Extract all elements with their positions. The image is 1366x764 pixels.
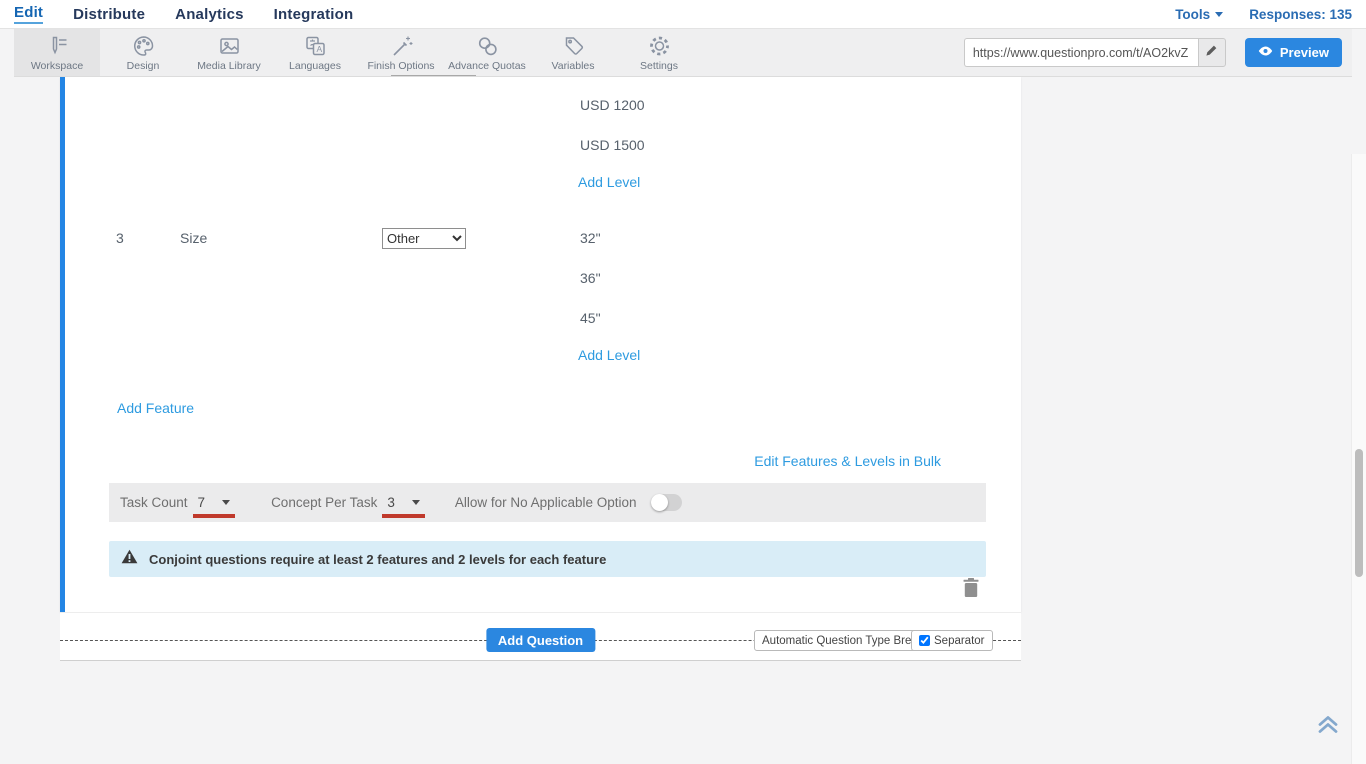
conjoint-options-bar: Task Count 7 Concept Per Task 3 Allow fo…: [109, 483, 986, 522]
vertical-scrollbar-thumb[interactable]: [1355, 449, 1363, 577]
survey-url-input[interactable]: [964, 38, 1198, 67]
toolbar-item-settings[interactable]: Settings: [616, 29, 702, 76]
feature-index: 3: [116, 229, 124, 247]
toolbar-item-media-library[interactable]: Media Library: [186, 29, 272, 76]
concept-per-task-dropdown[interactable]: 3: [382, 495, 425, 510]
top-nav-tabs: Edit Distribute Analytics Integration: [14, 4, 353, 24]
design-palette-icon: [131, 34, 156, 58]
level-value[interactable]: USD 1500: [580, 136, 645, 154]
tab-edit[interactable]: Edit: [14, 4, 43, 24]
toolbar-item-label: Finish Options: [367, 60, 434, 72]
trash-icon: [963, 584, 979, 601]
add-level-link[interactable]: Add Level: [578, 346, 640, 364]
toolbar-item-label: Advance Quotas: [448, 60, 526, 72]
toolbar-item-label: Workspace: [31, 60, 83, 72]
bulk-edit-link[interactable]: Edit Features & Levels in Bulk: [754, 452, 941, 470]
task-count-label: Task Count: [120, 495, 188, 510]
toolbar-item-finish-options[interactable]: Finish Options: [358, 29, 444, 76]
toolbar-item-advance-quotas[interactable]: Advance Quotas: [444, 29, 530, 76]
task-count-dropdown[interactable]: 7: [193, 495, 236, 510]
languages-translate-icon: A: [303, 34, 328, 58]
task-count-value: 7: [198, 495, 206, 510]
no-applicable-option-label: Allow for No Applicable Option: [455, 495, 637, 510]
pencil-icon: [1205, 44, 1218, 62]
level-value[interactable]: 32": [580, 229, 601, 247]
tag-icon: [561, 34, 586, 58]
preview-button-label: Preview: [1280, 45, 1329, 60]
svg-text:A: A: [316, 44, 322, 54]
add-question-strip: Add Question Automatic Question Type Bre…: [60, 612, 1021, 661]
gear-icon: [647, 34, 672, 58]
chevron-double-up-icon: [1316, 722, 1340, 739]
tab-distribute[interactable]: Distribute: [73, 6, 145, 23]
warning-icon: [121, 549, 138, 569]
responses-count[interactable]: Responses: 135: [1249, 7, 1352, 22]
toggle-knob: [651, 494, 668, 511]
concept-per-task-value: 3: [387, 495, 395, 510]
toolbar-item-label: Variables: [552, 60, 595, 72]
toolbar-item-label: Languages: [289, 60, 341, 72]
feature-type-select[interactable]: Other: [382, 228, 466, 249]
editor-toolbar: Workspace Design Media Library A: [14, 29, 1352, 77]
conjoint-warning-banner: Conjoint questions require at least 2 fe…: [109, 541, 986, 577]
warning-text: Conjoint questions require at least 2 fe…: [149, 552, 606, 567]
separator-checkbox[interactable]: [919, 635, 930, 646]
add-question-button[interactable]: Add Question: [486, 628, 595, 652]
concept-per-task-label: Concept Per Task: [271, 495, 377, 510]
conjoint-question-card[interactable]: USD 1200 USD 1500 Add Level 3 Size Other…: [60, 77, 1021, 612]
tab-analytics[interactable]: Analytics: [175, 6, 244, 23]
add-feature-link[interactable]: Add Feature: [117, 399, 194, 417]
media-image-icon: [217, 34, 242, 58]
scroll-to-top-button[interactable]: [1316, 713, 1342, 739]
feature-name[interactable]: Size: [180, 229, 207, 247]
edit-url-button[interactable]: [1198, 38, 1226, 67]
add-level-link[interactable]: Add Level: [578, 173, 640, 191]
workspace-icon: [45, 34, 70, 58]
vertical-scrollbar-track[interactable]: [1351, 154, 1366, 764]
toolbar-item-languages[interactable]: A Languages: [272, 29, 358, 76]
toolbar-item-variables[interactable]: Variables: [530, 29, 616, 76]
level-value[interactable]: 45": [580, 309, 601, 327]
auto-question-type-break-button[interactable]: Automatic Question Type Break: [754, 630, 932, 651]
delete-question-button[interactable]: [963, 578, 981, 598]
toolbar-item-workspace[interactable]: Workspace: [14, 29, 100, 76]
chevron-down-icon: [412, 500, 420, 505]
separator-toggle[interactable]: Separator: [911, 630, 993, 651]
top-nav-bar: Edit Distribute Analytics Integration To…: [0, 0, 1366, 29]
toolbar-item-label: Design: [127, 60, 160, 72]
preview-button[interactable]: Preview: [1245, 38, 1342, 67]
separator-label: Separator: [934, 635, 985, 647]
no-applicable-option-toggle[interactable]: [651, 494, 682, 511]
chain-links-icon: [475, 34, 500, 58]
eye-icon: [1258, 45, 1273, 60]
workspace-area: USD 1200 USD 1500 Add Level 3 Size Other…: [0, 77, 1366, 687]
chevron-down-icon: [222, 500, 230, 505]
toolbar-item-label: Media Library: [197, 60, 261, 72]
toolbar-item-design[interactable]: Design: [100, 29, 186, 76]
magic-wand-icon: [389, 34, 414, 58]
level-value[interactable]: 36": [580, 269, 601, 287]
tab-integration[interactable]: Integration: [274, 6, 354, 23]
level-value[interactable]: USD 1200: [580, 96, 645, 114]
chevron-down-icon: [1215, 12, 1223, 17]
toolbar-item-label: Settings: [640, 60, 678, 72]
tools-dropdown[interactable]: Tools: [1175, 7, 1223, 22]
finish-options-underline: [391, 75, 476, 76]
